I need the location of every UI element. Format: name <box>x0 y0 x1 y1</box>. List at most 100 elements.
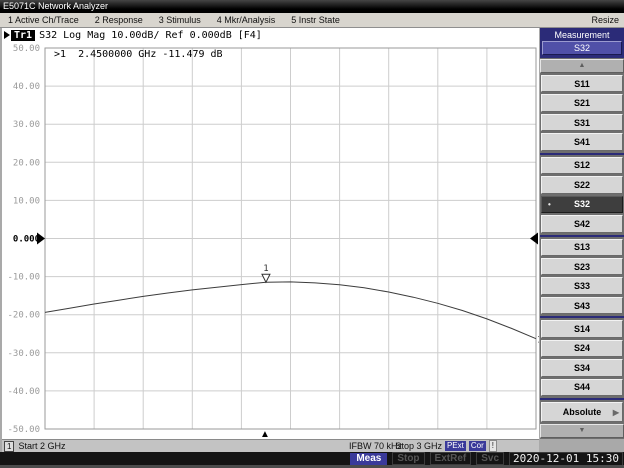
instrument-status-bar: Meas Stop ExtRef Svc 2020-12-01 15:30 <box>0 452 624 465</box>
softkey-menu-header: Measurement S32 <box>540 28 624 58</box>
marker-position-icon: ▲ <box>260 430 270 440</box>
sidebar-button-s12[interactable]: S12 <box>541 157 623 174</box>
menu-item-instr-state[interactable]: 5 Instr State <box>283 15 348 25</box>
stimulus-bar: ▲ 1 Start 2 GHz IFBW 70 kHz Stop 3 GHz P… <box>2 439 539 452</box>
y-axis-tick-label: 10.00 <box>13 196 40 206</box>
window-title: E5071C Network Analyzer <box>3 1 108 11</box>
marker-number-label: 1 <box>263 264 268 274</box>
sidebar-group-separator <box>540 235 624 237</box>
menu-items: 1 Active Ch/Trace2 Response3 Stimulus4 M… <box>0 15 348 25</box>
sidebar-group-separator <box>540 316 624 318</box>
sidebar-button-s11[interactable]: S11 <box>541 75 623 92</box>
ifbw-label: IFBW 70 kHz <box>349 441 402 451</box>
sidebar-button-label: S44 <box>574 382 590 392</box>
stop-frequency-label: Stop 3 GHz <box>395 441 442 451</box>
channel-status-badges: PExtCor! <box>442 440 497 452</box>
sidebar-button-label: S24 <box>574 343 590 353</box>
datetime-label: 2020-12-01 15:30 <box>509 452 623 466</box>
y-axis-tick-label: -30.00 <box>7 349 40 359</box>
trace-info-bar[interactable]: Tr1 S32 Log Mag 10.00dB/ Ref 0.000dB [F4… <box>4 28 262 42</box>
channel-number-badge: 1 <box>4 441 14 452</box>
softkey-button-list: S11 S21 S31 S41 S12 S22 • S32 S42 S13 S23 S33 S43 S14… <box>540 74 624 401</box>
marker-triangle-icon[interactable] <box>262 274 270 282</box>
sidebar-button-label: S12 <box>574 160 590 170</box>
y-axis-tick-label: -10.00 <box>7 273 40 283</box>
sidebar-button-s34[interactable]: S34 <box>541 359 623 376</box>
title-bar: E5071C Network Analyzer <box>0 0 624 13</box>
status-badge-alert: ! <box>489 440 497 452</box>
sidebar-button-label: S11 <box>574 79 590 89</box>
y-axis-tick-label: 30.00 <box>13 120 40 130</box>
y-axis-tick-label: 0.000 <box>13 235 40 245</box>
sidebar-button-absolute[interactable]: Absolute ▶ <box>541 402 623 422</box>
sidebar-button-label: S14 <box>574 324 590 334</box>
menu-bar: 1 Active Ch/Trace2 Response3 Stimulus4 M… <box>0 13 624 28</box>
y-axis-tick-label: 50.00 <box>13 44 40 54</box>
plot-area: 50.00 40.00 30.00 20.00 10.00 0.000 -10.00 -20.… <box>2 28 539 439</box>
selected-bullet-icon: • <box>548 200 551 209</box>
softkey-menu-value: S32 <box>542 41 622 55</box>
sidebar-button-label: S34 <box>574 363 590 373</box>
sidebar-group-separator <box>540 153 624 155</box>
scroll-down-button[interactable]: ▼ <box>540 424 624 438</box>
sidebar-button-s21[interactable]: S21 <box>541 94 623 111</box>
stop-status-badge: Stop <box>392 452 424 465</box>
sidebar-button-label: Absolute <box>563 407 602 417</box>
active-trace-arrow-icon <box>4 31 10 39</box>
sidebar-button-label: S43 <box>574 301 590 311</box>
y-axis-tick-label: 20.00 <box>13 158 40 168</box>
menu-item-active-ch-trace[interactable]: 1 Active Ch/Trace <box>0 15 87 25</box>
sidebar-button-label: S13 <box>574 242 590 252</box>
sidebar-button-s41[interactable]: S41 <box>541 133 623 150</box>
ref-level-left-arrow-icon <box>37 233 45 245</box>
trace-format-label: S32 Log Mag 10.00dB/ Ref 0.000dB [F4] <box>39 30 262 41</box>
trace-end-label: 1 <box>537 336 539 346</box>
sidebar-button-label: S21 <box>574 98 590 108</box>
trace-number-badge: Tr1 <box>11 30 35 41</box>
scroll-up-button[interactable]: ▲ <box>540 59 624 73</box>
menu-item-response[interactable]: 2 Response <box>87 15 151 25</box>
softkey-sidebar: Measurement S32 ▲ S11 S21 S31 S41 S12 S22 • S32… <box>540 28 624 439</box>
meas-status-badge: Meas <box>350 453 387 465</box>
sidebar-button-label: S31 <box>574 118 590 128</box>
stimulus-right-group: Stop 3 GHz PExtCor! <box>395 440 497 452</box>
svc-status-badge: Svc <box>476 452 504 465</box>
sidebar-button-s24[interactable]: S24 <box>541 340 623 357</box>
extref-status-badge: ExtRef <box>430 452 472 465</box>
sidebar-group-separator <box>540 398 624 400</box>
app-window: E5071C Network Analyzer 1 Active Ch/Trac… <box>0 0 624 468</box>
sidebar-button-label: S22 <box>574 180 590 190</box>
sidebar-button-s22[interactable]: S22 <box>541 176 623 193</box>
softkey-menu-title: Measurement <box>542 30 622 40</box>
sidebar-button-s31[interactable]: S31 <box>541 114 623 131</box>
sidebar-button-s13[interactable]: S13 <box>541 239 623 256</box>
channel-window: 50.00 40.00 30.00 20.00 10.00 0.000 -10.00 -20.… <box>2 28 539 439</box>
status-badge-cor: Cor <box>469 441 486 451</box>
resize-button[interactable]: Resize <box>591 15 624 25</box>
scroll-up-icon: ▲ <box>579 62 586 69</box>
ref-level-right-arrow-icon <box>530 233 538 245</box>
menu-item-mkr-analysis[interactable]: 4 Mkr/Analysis <box>209 15 284 25</box>
submenu-arrow-icon: ▶ <box>613 408 619 417</box>
menu-item-stimulus[interactable]: 3 Stimulus <box>151 15 209 25</box>
start-frequency-label: Start 2 GHz <box>18 441 65 451</box>
sidebar-button-s23[interactable]: S23 <box>541 258 623 275</box>
sidebar-button-label: S42 <box>574 219 590 229</box>
status-badge-pext: PExt <box>445 441 466 451</box>
sidebar-button-s14[interactable]: S14 <box>541 320 623 337</box>
sidebar-button-label: S41 <box>574 137 590 147</box>
sidebar-button-s44[interactable]: S44 <box>541 379 623 396</box>
y-axis-tick-label: 40.00 <box>13 82 40 92</box>
sidebar-button-s32[interactable]: • S32 <box>541 196 623 213</box>
sidebar-button-label: S23 <box>574 262 590 272</box>
sidebar-button-s43[interactable]: S43 <box>541 297 623 314</box>
marker-readout: >1 2.4500000 GHz -11.479 dB <box>54 49 223 60</box>
y-axis-tick-label: -40.00 <box>7 387 40 397</box>
y-axis-tick-label: -20.00 <box>7 311 40 321</box>
scroll-down-icon: ▼ <box>579 427 586 434</box>
sidebar-button-label: S32 <box>574 199 590 209</box>
y-axis-tick-label: -50.00 <box>7 425 40 435</box>
sidebar-button-s42[interactable]: S42 <box>541 215 623 232</box>
sidebar-button-s33[interactable]: S33 <box>541 277 623 294</box>
sidebar-button-label: S33 <box>574 281 590 291</box>
